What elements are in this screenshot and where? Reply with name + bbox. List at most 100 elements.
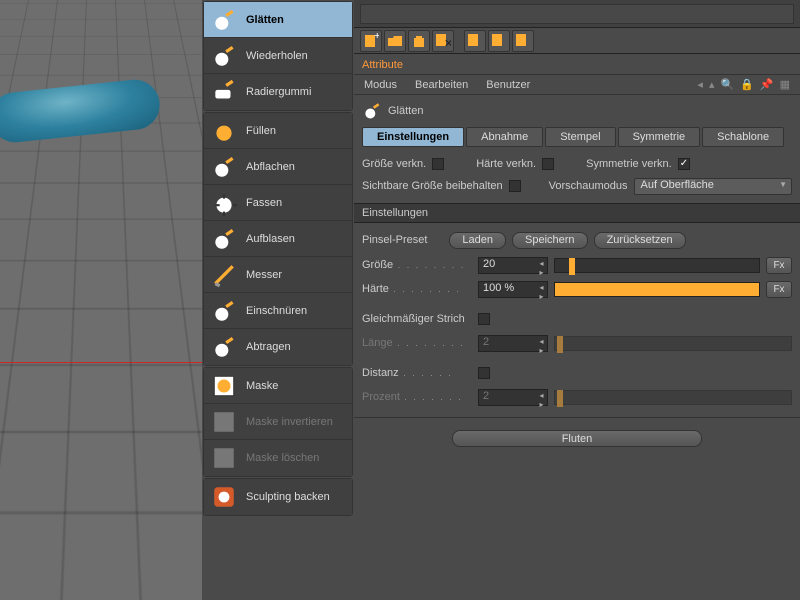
- search-icon[interactable]: 🔍: [720, 78, 734, 91]
- toolbar: + ✕: [354, 28, 800, 54]
- tool-messer[interactable]: Messer: [204, 257, 352, 293]
- input-prozent[interactable]: 2: [478, 389, 548, 406]
- smooth-icon: [210, 6, 238, 34]
- repeat-icon: [210, 42, 238, 70]
- model-mesh[interactable]: [0, 77, 162, 144]
- input-haerte[interactable]: 100 %: [478, 281, 548, 298]
- tool-label: Fassen: [246, 197, 282, 209]
- label-distanz: Distanz: [362, 367, 399, 379]
- axis-line: [0, 362, 202, 363]
- tab-stempel[interactable]: Stempel: [545, 127, 615, 147]
- open-folder-button[interactable]: [384, 30, 406, 52]
- scrape-icon: [210, 333, 238, 361]
- tool-label: Maske invertieren: [246, 416, 333, 428]
- check-gleichstrich[interactable]: [478, 313, 490, 325]
- menu-modus[interactable]: Modus: [364, 79, 397, 91]
- tool-abtragen[interactable]: Abtragen: [204, 329, 352, 365]
- button-zurücksetzen[interactable]: Zurücksetzen: [594, 232, 686, 249]
- tool-label: Glätten: [246, 14, 284, 26]
- tab-abnahme[interactable]: Abnahme: [466, 127, 543, 147]
- panel-label: Attribute: [354, 54, 800, 75]
- eraser-icon: [210, 78, 238, 106]
- tool-einschnüren[interactable]: Einschnüren: [204, 293, 352, 329]
- delete-button[interactable]: [408, 30, 430, 52]
- view-mode-2-button[interactable]: [488, 30, 510, 52]
- tool-label: Aufblasen: [246, 233, 295, 245]
- button-speichern[interactable]: Speichern: [512, 232, 588, 249]
- knife-icon: [210, 261, 238, 289]
- view-mode-3-button[interactable]: [512, 30, 534, 52]
- menu-benutzer[interactable]: Benutzer: [486, 79, 530, 91]
- tool-fassen[interactable]: Fassen: [204, 185, 352, 221]
- tool-label: Maske: [246, 380, 278, 392]
- new-preset-button[interactable]: +: [360, 30, 382, 52]
- tool-glätten[interactable]: Glätten: [204, 2, 352, 38]
- slider-haerte[interactable]: [554, 282, 760, 297]
- fx-groesse[interactable]: Fx: [766, 257, 792, 274]
- tab-einstellungen[interactable]: Einstellungen: [362, 127, 464, 147]
- check-symmetrie-verkn[interactable]: [678, 158, 690, 170]
- tool-aufblasen[interactable]: Aufblasen: [204, 221, 352, 257]
- slider-laenge[interactable]: [554, 336, 792, 351]
- nav-up-icon[interactable]: ▴: [709, 78, 715, 91]
- check-groesse-verkn[interactable]: [432, 158, 444, 170]
- label-groesse: Größe: [362, 259, 393, 271]
- svg-text:+: +: [374, 33, 379, 42]
- label-vorschaumodus: Vorschaumodus: [549, 180, 628, 192]
- tool-sculpting-backen[interactable]: Sculpting backen: [204, 479, 352, 515]
- mask-invert-icon: [210, 408, 238, 436]
- menu-bearbeiten[interactable]: Bearbeiten: [415, 79, 468, 91]
- label-sichtbare-groesse: Sichtbare Größe beibehalten: [362, 180, 503, 192]
- bake-icon: [210, 483, 238, 511]
- tool-label: Sculpting backen: [246, 491, 330, 503]
- slider-prozent[interactable]: [554, 390, 792, 405]
- check-haerte-verkn[interactable]: [542, 158, 554, 170]
- select-vorschaumodus[interactable]: Auf Oberfläche: [634, 178, 792, 195]
- label-haerte-verkn: Härte verkn.: [476, 158, 536, 170]
- input-groesse[interactable]: 20: [478, 257, 548, 274]
- tool-sidebar: Glätten Wiederholen Radiergummi Füllen A…: [202, 0, 354, 600]
- window-title-bar: [360, 4, 794, 24]
- fx-haerte[interactable]: Fx: [766, 281, 792, 298]
- view-mode-1-button[interactable]: [464, 30, 486, 52]
- tool-füllen[interactable]: Füllen: [204, 113, 352, 149]
- label-laenge: Länge: [362, 337, 393, 349]
- tool-radiergummi[interactable]: Radiergummi: [204, 74, 352, 110]
- tool-label: Abflachen: [246, 161, 295, 173]
- nav-back-icon[interactable]: ◂: [697, 78, 703, 91]
- section-einstellungen: Einstellungen: [354, 203, 800, 223]
- tool-maske-löschen[interactable]: Maske löschen: [204, 440, 352, 476]
- mask-clear-icon: [210, 444, 238, 472]
- label-symmetrie-verkn: Symmetrie verkn.: [586, 158, 672, 170]
- attribute-panel: + ✕ Attribute Modus Bearbeiten Benutzer …: [354, 0, 800, 600]
- button-laden[interactable]: Laden: [449, 232, 506, 249]
- slider-groesse[interactable]: [554, 258, 760, 273]
- input-laenge[interactable]: 2: [478, 335, 548, 352]
- label-gleichstrich: Gleichmäßiger Strich: [362, 313, 465, 325]
- menu-icon[interactable]: ▦: [780, 78, 790, 91]
- tab-symmetrie[interactable]: Symmetrie: [618, 127, 701, 147]
- pinch-icon: [210, 297, 238, 325]
- label-haerte: Härte: [362, 283, 389, 295]
- button-fluten[interactable]: Fluten: [452, 430, 702, 447]
- tool-label: Füllen: [246, 125, 276, 137]
- tool-label: Messer: [246, 269, 282, 281]
- tool-abflachen[interactable]: Abflachen: [204, 149, 352, 185]
- tool-maske[interactable]: Maske: [204, 368, 352, 404]
- svg-text:✕: ✕: [444, 38, 451, 49]
- fill-icon: [210, 117, 238, 145]
- tool-maske-invertieren[interactable]: Maske invertieren: [204, 404, 352, 440]
- label-pinsel-preset: Pinsel-Preset: [362, 234, 427, 246]
- pin-icon[interactable]: 📌: [760, 78, 774, 91]
- viewport[interactable]: [0, 0, 202, 600]
- mask-icon: [210, 372, 238, 400]
- tab-schablone[interactable]: Schablone: [702, 127, 784, 147]
- preset-x-button[interactable]: ✕: [432, 30, 454, 52]
- check-sichtbare-groesse[interactable]: [509, 180, 521, 192]
- label-prozent: Prozent: [362, 391, 400, 403]
- lock-icon[interactable]: 🔒: [740, 78, 754, 91]
- flatten-icon: [210, 153, 238, 181]
- check-distanz[interactable]: [478, 367, 490, 379]
- tool-wiederholen[interactable]: Wiederholen: [204, 38, 352, 74]
- smooth-icon: [362, 101, 382, 121]
